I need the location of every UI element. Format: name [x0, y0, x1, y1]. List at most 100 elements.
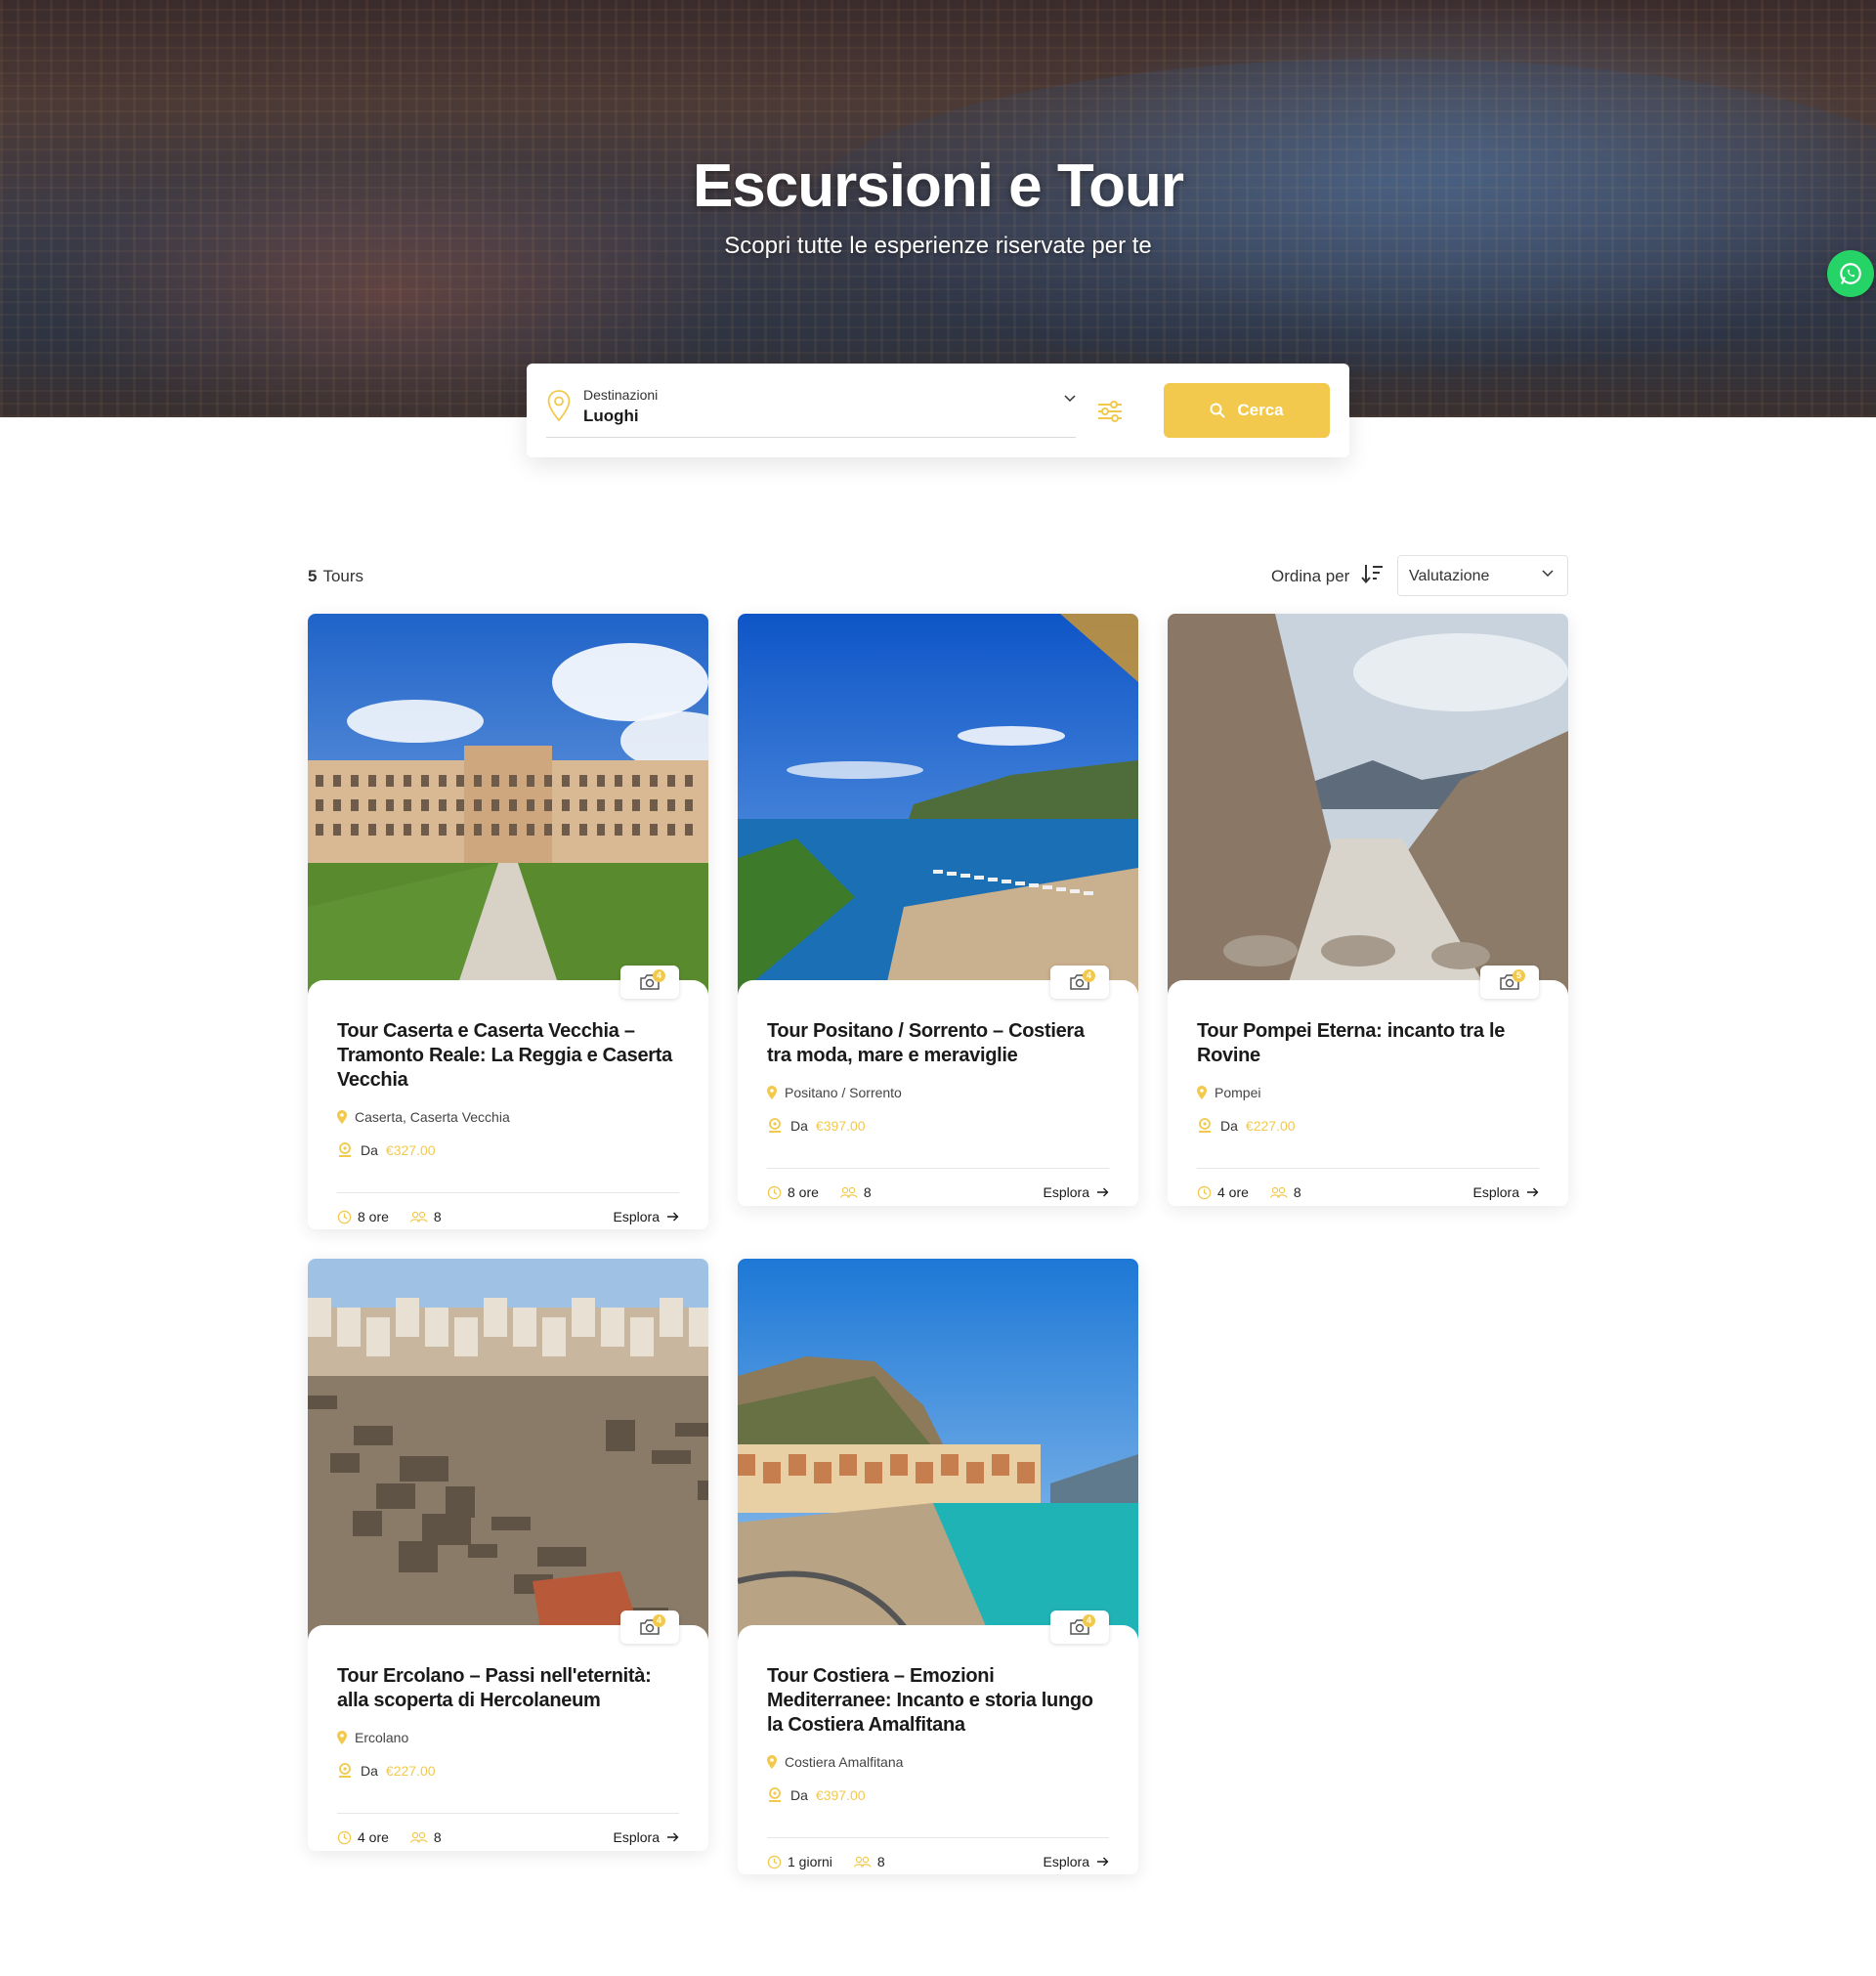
tour-title[interactable]: Tour Ercolano – Passi nell'eternità: all…: [337, 1664, 679, 1713]
location-pin-icon: [767, 1755, 777, 1769]
tour-image[interactable]: [1168, 614, 1568, 995]
destination-value: Luoghi: [583, 407, 639, 425]
tour-price-amount: €327.00: [385, 1142, 436, 1158]
chevron-down-icon: [1064, 395, 1076, 403]
gallery-count: 4: [653, 969, 665, 982]
tour-card-body: 4 Tour Ercolano – Passi nell'eternità: a…: [308, 1611, 708, 1851]
price-tag-icon: [339, 1142, 351, 1157]
sort-select-value: Valutazione: [1409, 568, 1490, 584]
tour-price-prefix: Da: [790, 1787, 808, 1803]
tour-price: Da €397.00: [767, 1118, 866, 1134]
tour-title[interactable]: Tour Positano / Sorrento – Costiera tra …: [767, 1019, 1109, 1068]
tour-card[interactable]: 4 Tour Positano / Sorrento – Costiera tr…: [738, 614, 1138, 1206]
tour-group-size: 8: [853, 1854, 885, 1869]
tour-price-amount: €227.00: [385, 1763, 436, 1779]
gallery-count: 4: [653, 1614, 665, 1627]
tour-image[interactable]: [308, 1259, 708, 1640]
tour-group-size: 8: [839, 1184, 872, 1200]
tour-card[interactable]: 4 Tour Ercolano – Passi nell'eternità: a…: [308, 1259, 708, 1851]
results-count-number: 5: [308, 567, 318, 585]
explore-link-label: Esplora: [613, 1209, 660, 1224]
whatsapp-button[interactable]: [1827, 250, 1874, 297]
tour-price-prefix: Da: [361, 1763, 378, 1779]
tour-group-size: 8: [1269, 1184, 1301, 1200]
tour-duration: 1 giorni: [767, 1854, 832, 1869]
explore-link[interactable]: Esplora: [614, 1209, 679, 1224]
clock-icon: [1197, 1185, 1212, 1199]
group-icon: [1269, 1186, 1288, 1198]
sort-select[interactable]: Valutazione: [1397, 555, 1568, 596]
tour-card-body: 4 Tour Costiera – Emozioni Mediterranee:…: [738, 1611, 1138, 1874]
tour-price: Da €327.00: [337, 1142, 436, 1158]
price-tag-icon: [1199, 1118, 1211, 1133]
tour-duration: 4 ore: [337, 1829, 389, 1845]
price-tag-icon: [339, 1763, 351, 1778]
gallery-count: 4: [1083, 1614, 1095, 1627]
gallery-button[interactable]: 4: [620, 966, 679, 999]
explore-link-label: Esplora: [1043, 1184, 1089, 1200]
tour-location: Caserta, Caserta Vecchia: [337, 1109, 510, 1125]
tour-duration: 8 ore: [337, 1209, 389, 1224]
group-icon: [839, 1186, 858, 1198]
tour-card-footer: 8 ore 8 Esplora: [337, 1209, 679, 1224]
location-pin-icon: [337, 1110, 347, 1124]
tour-title[interactable]: Tour Costiera – Emozioni Mediterranee: I…: [767, 1664, 1109, 1738]
tour-title[interactable]: Tour Pompei Eterna: incanto tra le Rovin…: [1197, 1019, 1539, 1068]
gallery-count: 4: [1083, 969, 1095, 982]
tour-location-text: Costiera Amalfitana: [785, 1754, 904, 1770]
tour-card[interactable]: 4 Tour Costiera – Emozioni Mediterranee:…: [738, 1259, 1138, 1874]
explore-link-label: Esplora: [1472, 1184, 1519, 1200]
tour-price-prefix: Da: [1220, 1118, 1238, 1134]
explore-link[interactable]: Esplora: [1044, 1184, 1109, 1200]
filters-button[interactable]: [1095, 397, 1125, 426]
page-subtitle: Scopri tutte le esperienze riservate per…: [724, 233, 1152, 259]
sliders-icon: [1098, 401, 1122, 422]
clock-icon: [767, 1185, 782, 1199]
tour-image[interactable]: [308, 614, 708, 995]
gallery-button[interactable]: 4: [620, 1611, 679, 1644]
tour-group-size-text: 8: [876, 1854, 885, 1869]
tour-card-body: 4 Tour Positano / Sorrento – Costiera tr…: [738, 966, 1138, 1206]
explore-link[interactable]: Esplora: [1473, 1184, 1539, 1200]
tour-card[interactable]: 5 Tour Pompei Eterna: incanto tra le Rov…: [1168, 614, 1568, 1206]
tour-card-body: 5 Tour Pompei Eterna: incanto tra le Rov…: [1168, 966, 1568, 1206]
search-button-label: Cerca: [1237, 401, 1284, 419]
tour-card-body: 4 Tour Caserta e Caserta Vecchia – Tramo…: [308, 966, 708, 1229]
explore-link[interactable]: Esplora: [614, 1829, 679, 1845]
arrow-right-icon: [667, 1212, 679, 1222]
location-pin-icon: [767, 1086, 777, 1099]
card-divider: [337, 1192, 679, 1193]
destination-label: Destinazioni: [583, 387, 659, 403]
search-icon: [1210, 403, 1226, 418]
results-count: 5 Tours: [308, 567, 363, 586]
tour-location: Positano / Sorrento: [767, 1085, 902, 1100]
gallery-count: 5: [1513, 969, 1525, 982]
tour-image[interactable]: [738, 1259, 1138, 1640]
clock-icon: [337, 1210, 352, 1224]
arrow-right-icon: [667, 1832, 679, 1842]
tour-title[interactable]: Tour Caserta e Caserta Vecchia – Tramont…: [337, 1019, 679, 1093]
gallery-button[interactable]: 4: [1050, 966, 1109, 999]
tour-group-size-text: 8: [433, 1209, 442, 1224]
gallery-button[interactable]: 4: [1050, 1611, 1109, 1644]
tour-duration-text: 8 ore: [788, 1184, 819, 1200]
tour-duration-text: 8 ore: [358, 1209, 389, 1224]
explore-link[interactable]: Esplora: [1044, 1854, 1109, 1869]
tour-location-text: Positano / Sorrento: [785, 1085, 902, 1100]
gallery-button[interactable]: 5: [1480, 966, 1539, 999]
tour-location: Ercolano: [337, 1730, 408, 1745]
clock-icon: [337, 1830, 352, 1844]
tour-price-prefix: Da: [790, 1118, 808, 1134]
search-button[interactable]: Cerca: [1164, 383, 1330, 438]
location-pin-icon: [337, 1731, 347, 1744]
tour-location-text: Pompei: [1215, 1085, 1261, 1100]
tour-card-footer: 1 giorni 8 Esplora: [767, 1854, 1109, 1869]
group-icon: [409, 1831, 428, 1843]
tour-card-footer: 8 ore 8 Esplora: [767, 1184, 1109, 1200]
tour-location-text: Caserta, Caserta Vecchia: [355, 1109, 510, 1125]
tour-image[interactable]: [738, 614, 1138, 995]
tour-card[interactable]: 4 Tour Caserta e Caserta Vecchia – Tramo…: [308, 614, 708, 1229]
destination-select[interactable]: Destinazioni Luoghi: [546, 383, 1076, 438]
tour-duration-text: 4 ore: [358, 1829, 389, 1845]
chevron-down-icon: [1542, 570, 1554, 578]
